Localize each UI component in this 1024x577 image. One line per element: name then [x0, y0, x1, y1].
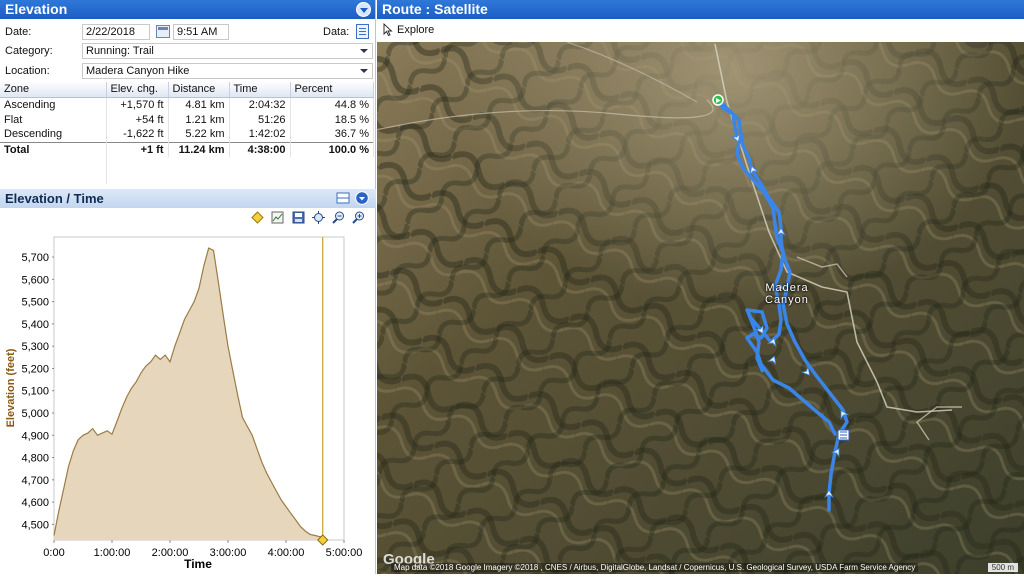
zoom-fit-icon[interactable] — [312, 211, 325, 224]
chart-pane-title: Elevation / Time — [5, 191, 104, 206]
column-header[interactable]: Zone — [0, 82, 107, 98]
map-attribution[interactable]: Map data ©2018 Google Imagery ©2018 , CN… — [391, 563, 919, 572]
time-cell: 51:26 — [229, 112, 291, 127]
column-header[interactable]: Elev. chg. — [106, 82, 169, 98]
y-tick-label: 5,400 — [21, 319, 49, 331]
y-tick-label: 4,700 — [21, 475, 49, 487]
percent-cell: 36.7 % — [290, 127, 374, 142]
y-axis-label: Elevation (feet) — [5, 348, 17, 427]
y-tick-label: 4,900 — [21, 430, 49, 442]
distance-cell: 1.21 km — [168, 112, 230, 127]
satellite-map[interactable]: Madera Canyon Google Map data ©2018 Goog… — [377, 42, 1024, 574]
x-tick-label: 2:00:00 — [152, 547, 189, 559]
y-tick-label: 4,600 — [21, 497, 49, 509]
x-tick-label: 0:00 — [43, 547, 64, 559]
percent-cell: 44.8 % — [290, 97, 374, 112]
marker-diamond-icon[interactable] — [251, 211, 264, 224]
percent-cell: 100.0 % — [290, 141, 374, 157]
zoom-out-icon[interactable] — [332, 211, 345, 224]
zone-cell: Ascending — [0, 97, 107, 112]
y-tick-label: 5,700 — [21, 252, 49, 264]
category-label: Category: — [5, 45, 53, 57]
x-tick-label: 1:00:00 — [94, 547, 131, 559]
y-tick-label: 4,500 — [21, 519, 49, 531]
location-select[interactable]: Madera Canyon Hike — [82, 63, 373, 79]
distance-cell: 11.24 km — [168, 141, 230, 157]
column-header[interactable]: Distance — [168, 82, 230, 98]
map-scale: 500 m — [987, 563, 1018, 572]
y-tick-label: 5,500 — [21, 297, 49, 309]
table-empty-area — [0, 156, 374, 184]
table-header-row: Zone Elev. chg. Distance Time Percent — [0, 82, 374, 98]
location-label: Location: — [5, 65, 50, 77]
y-tick-label: 5,300 — [21, 341, 49, 353]
route-panel: Route : Satellite Explore Madera Canyon … — [377, 0, 1024, 574]
calendar-icon[interactable] — [156, 25, 170, 38]
place-label-madera-canyon: Madera Canyon — [765, 282, 809, 306]
location-value: Madera Canyon Hike — [86, 65, 190, 77]
chevron-down-icon — [360, 49, 368, 53]
zone-cell: Descending — [0, 127, 107, 142]
table-total-row[interactable]: Total +1 ft 11.24 km 4:38:00 100.0 % — [0, 141, 374, 157]
x-axis-label: Time — [184, 557, 212, 571]
chart-toolbar — [0, 208, 376, 228]
elev-cell: +54 ft — [106, 112, 169, 127]
y-tick-label: 5,000 — [21, 408, 49, 420]
category-select[interactable]: Running: Trail — [82, 43, 373, 59]
date-label: Date: — [5, 26, 32, 38]
elevation-chart[interactable]: 4,500 4,600 4,700 4,800 4,900 5,000 5,100 5,200… — [0, 228, 376, 574]
distance-cell: 4.81 km — [168, 97, 230, 112]
elev-cell: +1,570 ft — [106, 97, 169, 112]
zone-cell: Flat — [0, 112, 107, 127]
percent-cell: 18.5 % — [290, 112, 374, 127]
time-cell: 1:42:02 — [229, 127, 291, 142]
chart-layout-icon[interactable] — [336, 191, 350, 205]
x-tick-label: 5:00:00 — [326, 547, 363, 559]
location-row: Location: Madera Canyon Hike — [0, 62, 376, 80]
table-row[interactable]: Ascending +1,570 ft 4.81 km 2:04:32 44.8… — [0, 97, 374, 112]
place-label-text: Madera Canyon — [765, 282, 809, 306]
zones-table: Zone Elev. chg. Distance Time Percent As… — [0, 82, 374, 157]
map-toolbar: Explore — [377, 19, 1024, 41]
left-panel: Elevation Date: 2/22/2018 9:51 AM Data: … — [0, 0, 376, 574]
x-tick-label: 4:00:00 — [268, 547, 305, 559]
elevation-pane-title: Elevation — [5, 1, 68, 17]
data-icon[interactable] — [356, 24, 369, 39]
route-pane-header: Route : Satellite — [377, 0, 1024, 19]
route-pane-title: Route : Satellite — [382, 1, 488, 17]
y-tick-label: 5,600 — [21, 274, 49, 286]
save-icon[interactable] — [292, 211, 305, 224]
date-field[interactable]: 2/22/2018 — [82, 24, 150, 40]
time-cell: 2:04:32 — [229, 97, 291, 112]
y-tick-label: 4,800 — [21, 453, 49, 465]
table-row[interactable]: Descending -1,622 ft 5.22 km 1:42:02 36.… — [0, 127, 374, 142]
elev-cell: -1,622 ft — [106, 127, 169, 142]
chevron-down-icon — [360, 69, 368, 73]
time-field[interactable]: 9:51 AM — [173, 24, 229, 40]
explore-button[interactable]: Explore — [397, 24, 434, 36]
satellite-imagery — [377, 42, 1024, 574]
elevation-pane-header: Elevation — [0, 0, 375, 19]
time-cell: 4:38:00 — [229, 141, 291, 157]
date-row: Date: 2/22/2018 9:51 AM Data: — [0, 23, 376, 41]
zone-cell: Total — [0, 141, 107, 157]
x-tick-label: 3:00:00 — [210, 547, 247, 559]
y-tick-label: 5,200 — [21, 363, 49, 375]
distance-cell: 5.22 km — [168, 127, 230, 142]
chart-pane-header: Elevation / Time — [0, 189, 376, 208]
elev-cell: +1 ft — [106, 141, 169, 157]
pane-menu-button[interactable] — [356, 2, 371, 17]
table-row[interactable]: Flat +54 ft 1.21 km 51:26 18.5 % — [0, 112, 374, 127]
cursor-icon — [383, 23, 393, 36]
chart-menu-icon[interactable] — [355, 191, 369, 205]
column-header[interactable]: Percent — [290, 82, 374, 98]
chart-options-icon[interactable] — [271, 211, 284, 224]
category-row: Category: Running: Trail — [0, 42, 376, 60]
data-label: Data: — [323, 26, 350, 38]
elevation-chart-svg: 4,500 4,600 4,700 4,800 4,900 5,000 5,100 5,200… — [5, 236, 363, 571]
category-value: Running: Trail — [86, 45, 154, 57]
y-tick-label: 5,100 — [21, 386, 49, 398]
zoom-in-icon[interactable] — [352, 211, 365, 224]
column-header[interactable]: Time — [229, 82, 291, 98]
